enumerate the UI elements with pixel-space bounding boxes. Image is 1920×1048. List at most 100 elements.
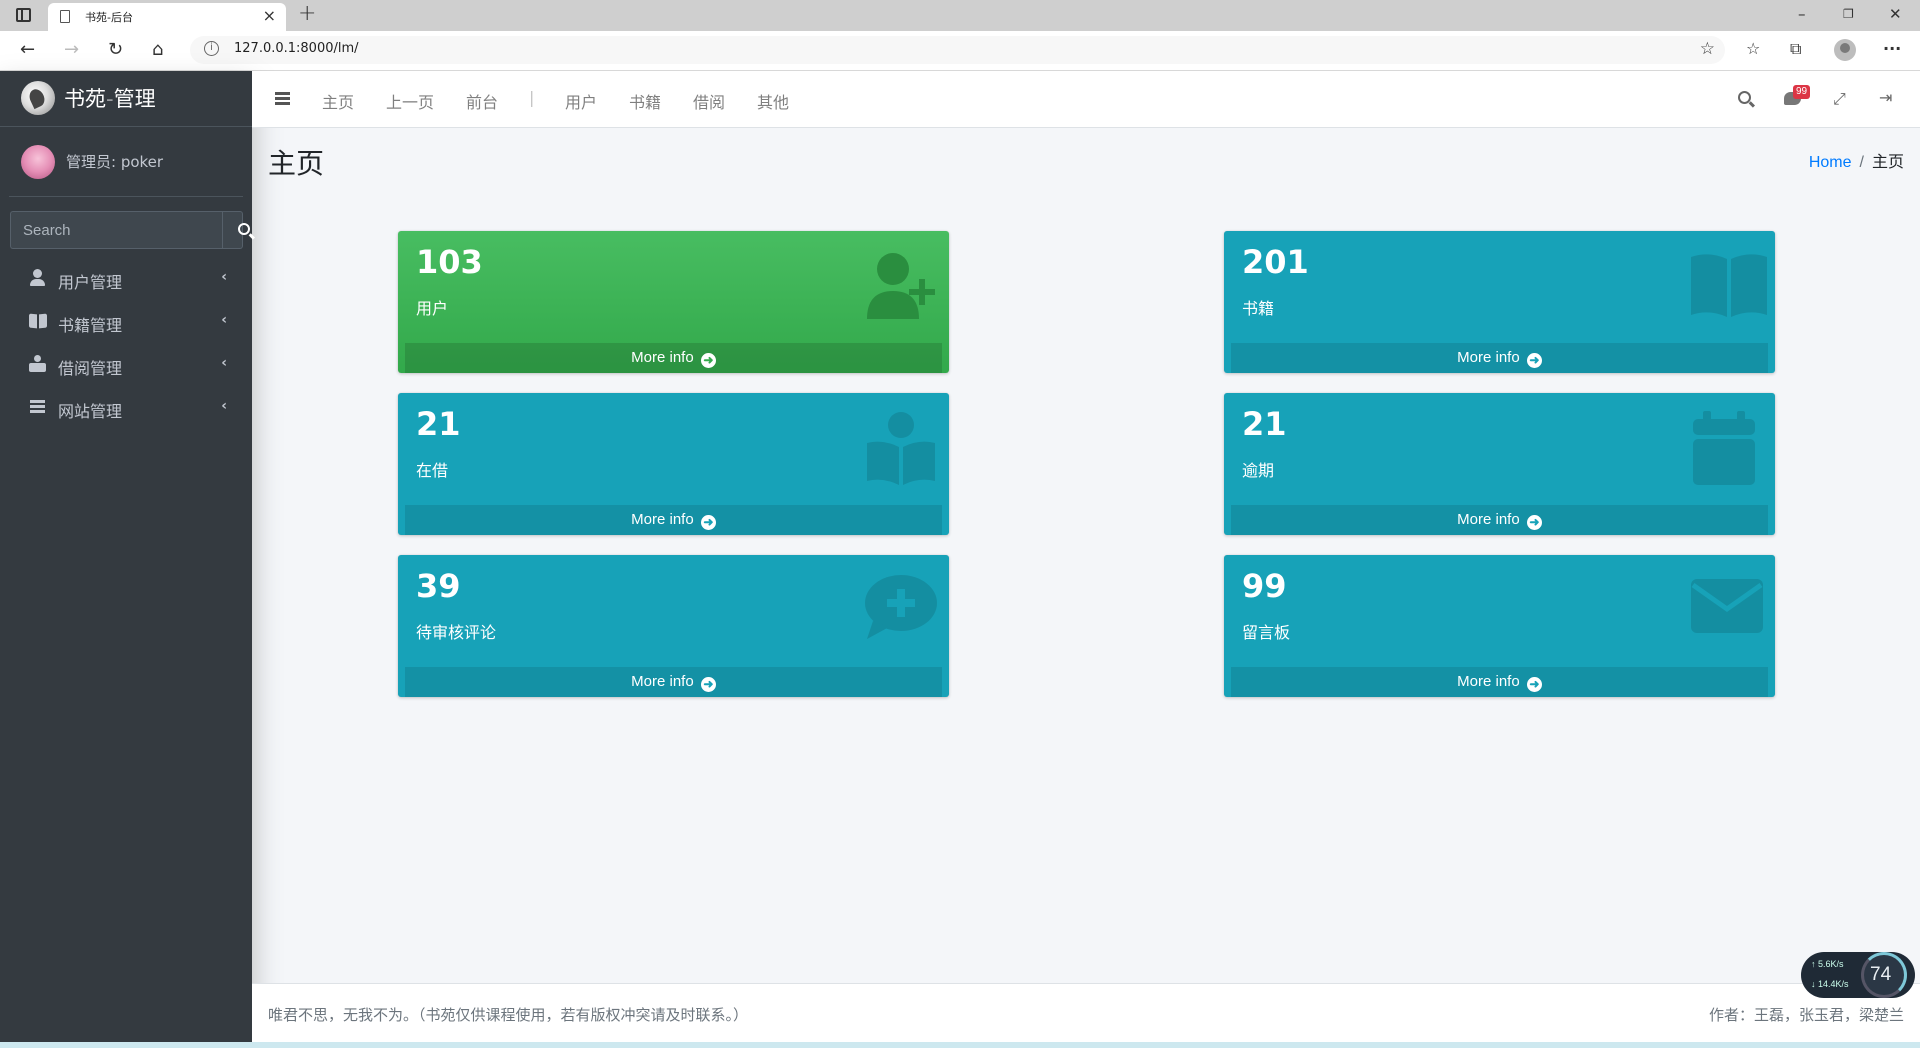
content-header: 主页 Home / 主页 <box>252 128 1920 188</box>
more-info-link[interactable]: More info ➜ <box>405 667 942 697</box>
stat-box-message-board: 99 留言板 More info ➜ <box>1224 555 1775 697</box>
stat-number: 99 <box>1242 567 1287 605</box>
more-info-label: More info <box>1457 511 1520 528</box>
close-tab-icon[interactable]: × <box>263 6 276 25</box>
more-info-link[interactable]: More info ➜ <box>1231 343 1768 373</box>
stat-label: 待审核评论 <box>416 623 497 642</box>
stat-label: 用户 <box>416 299 449 318</box>
notification-badge: 99 <box>1793 85 1811 99</box>
info-icon[interactable]: i <box>204 41 219 56</box>
usage-percent: 74 <box>1870 964 1892 985</box>
restore-icon[interactable]: ❐ <box>1843 7 1854 21</box>
sidebar-menu: 用户管理 ‹ 书籍管理 ‹ 借阅管理 ‹ 网站管理 ‹ <box>10 257 243 429</box>
stat-number: 103 <box>416 243 483 281</box>
user-plus-icon <box>863 249 935 321</box>
stat-label: 逾期 <box>1242 461 1275 480</box>
calendar-icon <box>1689 411 1761 485</box>
nav-link-users[interactable]: 用户 <box>565 89 597 113</box>
brand-link[interactable]: 书苑-管理 <box>0 71 252 127</box>
new-tab-icon[interactable]: + <box>298 1 316 26</box>
sidebar-item-site[interactable]: 网站管理 ‹ <box>10 386 243 429</box>
cpu-usage-ring: 74 <box>1861 952 1907 998</box>
taskbar-edge <box>0 1042 1920 1048</box>
stat-box-pending-comments: 39 待审核评论 More info ➜ <box>398 555 949 697</box>
more-info-link[interactable]: More info ➜ <box>405 505 942 535</box>
url-field[interactable]: i 127.0.0.1:8000/lm/ ☆ <box>190 36 1725 64</box>
browser-tab-bar: 书苑-后台 × + – ❐ ✕ <box>0 0 1920 31</box>
tab-title: 书苑-后台 <box>85 11 133 24</box>
workspaces-icon[interactable] <box>16 8 31 22</box>
nav-link-other[interactable]: 其他 <box>757 89 789 113</box>
more-info-link[interactable]: More info ➜ <box>405 343 942 373</box>
footer-authors: 作者：王磊，张玉君，梁楚兰 <box>1708 1006 1904 1024</box>
stat-label: 留言板 <box>1242 623 1291 642</box>
nav-link-borrow[interactable]: 借阅 <box>693 89 725 113</box>
stat-number: 21 <box>416 405 461 443</box>
arrow-circle-right-icon: ➜ <box>1526 677 1542 692</box>
stat-label: 书籍 <box>1242 299 1275 318</box>
sidebar-search <box>10 211 250 249</box>
search-icon[interactable] <box>1738 91 1751 104</box>
address-bar-row: ← → ↻ ⌂ i 127.0.0.1:8000/lm/ ☆ ☆ ⧉ ··· <box>0 31 1920 71</box>
chevron-left-icon: ‹ <box>221 355 227 371</box>
home-icon[interactable]: ⌂ <box>152 39 163 60</box>
network-speed-widget[interactable]: ↑ 5.6K/s ↓ 14.4K/s 74 <box>1801 952 1915 998</box>
more-info-label: More info <box>631 511 694 528</box>
arrow-circle-right-icon: ➜ <box>700 677 716 692</box>
sidebar-item-borrow[interactable]: 借阅管理 ‹ <box>10 343 243 386</box>
search-input[interactable] <box>10 211 222 249</box>
stat-number: 39 <box>416 567 461 605</box>
more-info-label: More info <box>631 349 694 366</box>
download-speed-value: 14.4K/s <box>1818 979 1849 989</box>
book-open-icon <box>29 312 47 330</box>
forward-icon[interactable]: → <box>64 39 79 60</box>
more-info-label: More info <box>631 673 694 690</box>
book-reader-icon <box>863 411 935 485</box>
fullscreen-icon[interactable]: ⤢ <box>1833 89 1846 109</box>
sidebar-item-label: 书籍管理 <box>58 316 123 335</box>
user-panel: 管理员: poker <box>9 127 243 197</box>
user-icon <box>29 269 47 287</box>
more-info-label: More info <box>1457 673 1520 690</box>
more-info-label: More info <box>1457 349 1520 366</box>
menu-toggle-icon[interactable] <box>275 92 290 95</box>
sidebar-item-label: 借阅管理 <box>58 359 123 378</box>
stat-box-users: 103 用户 More info ➜ <box>398 231 949 373</box>
add-favorite-icon[interactable]: ☆ <box>1700 39 1715 59</box>
nav-link-books[interactable]: 书籍 <box>629 89 661 113</box>
arrow-circle-right-icon: ➜ <box>1526 353 1542 368</box>
avatar <box>21 145 55 179</box>
back-icon[interactable]: ← <box>20 39 35 60</box>
profile-avatar[interactable] <box>1834 39 1856 61</box>
envelope-icon <box>1689 573 1763 645</box>
sign-out-icon[interactable]: ⇥ <box>1879 88 1892 107</box>
minimize-icon[interactable]: – <box>1798 5 1806 23</box>
stat-box-overdue: 21 逾期 More info ➜ <box>1224 393 1775 535</box>
favorites-icon[interactable]: ☆ <box>1746 39 1760 58</box>
nav-link-home[interactable]: 主页 <box>322 89 354 113</box>
breadcrumb-current: 主页 <box>1871 154 1904 171</box>
sidebar-item-books[interactable]: 书籍管理 ‹ <box>10 300 243 343</box>
sidebar-item-label: 用户管理 <box>58 273 123 292</box>
breadcrumb-home-link[interactable]: Home <box>1809 154 1852 171</box>
stat-box-books: 201 书籍 More info ➜ <box>1224 231 1775 373</box>
user-name[interactable]: 管理员: poker <box>66 151 163 172</box>
nav-link-back[interactable]: 上一页 <box>386 89 434 113</box>
search-button[interactable] <box>222 211 250 249</box>
close-window-icon[interactable]: ✕ <box>1889 5 1902 23</box>
refresh-icon[interactable]: ↻ <box>108 39 123 60</box>
search-icon <box>238 223 250 235</box>
download-speed: ↓ 14.4K/s <box>1811 979 1849 989</box>
browser-tab[interactable]: 书苑-后台 × <box>48 3 286 31</box>
bars-icon <box>29 398 47 416</box>
collections-icon[interactable]: ⧉ <box>1790 39 1801 59</box>
page-title: 主页 <box>268 147 325 180</box>
footer-motto: 唯君不思，无我不为。（书苑仅供课程使用，若有版权冲突请及时联系。） <box>268 1006 749 1024</box>
sidebar-item-label: 网站管理 <box>58 402 123 421</box>
sidebar-item-users[interactable]: 用户管理 ‹ <box>10 257 243 300</box>
page-footer: 唯君不思，无我不为。（书苑仅供课程使用，若有版权冲突请及时联系。） 作者：王磊，… <box>252 983 1920 1042</box>
more-icon[interactable]: ··· <box>1883 39 1901 58</box>
more-info-link[interactable]: More info ➜ <box>1231 667 1768 697</box>
more-info-link[interactable]: More info ➜ <box>1231 505 1768 535</box>
nav-link-frontend[interactable]: 前台 <box>466 89 498 113</box>
